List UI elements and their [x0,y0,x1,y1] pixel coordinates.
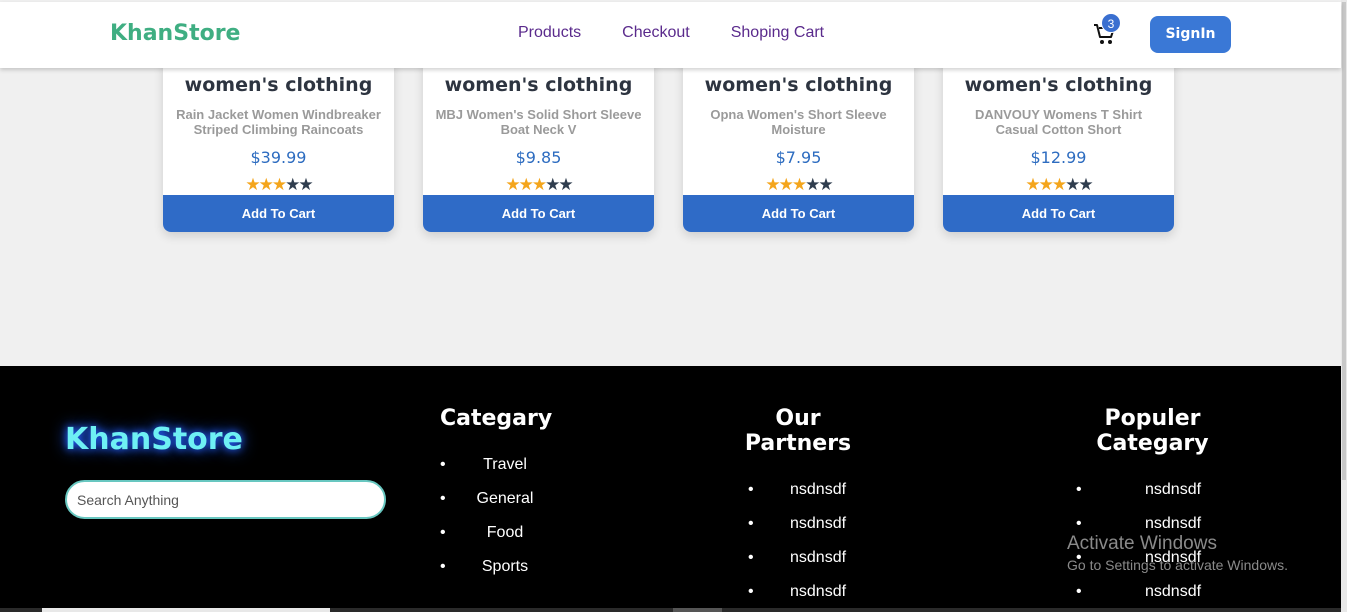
star-rating: ★★★★★ [163,176,394,193]
activate-windows-title: Activate Windows [1067,533,1217,554]
add-to-cart-button[interactable]: Add To Cart [423,195,654,232]
footer-link[interactable]: nsdnsdf [1053,577,1252,611]
product-price: $12.99 [1030,148,1087,167]
product-grid: women's clothing Rain Jacket Women Windb… [163,60,1174,232]
star-icon: ★★★ [505,175,547,194]
footer-link[interactable]: Food [440,518,544,552]
cart-count-badge: 3 [1101,13,1121,33]
star-icon: ★★ [545,175,574,194]
horizontal-scrollbar-thumb[interactable] [42,608,330,612]
product-price: $7.95 [775,148,822,167]
footer-column-popular-category: Populer Categary nsdnsdf nsdnsdf nsdnsdf… [1053,406,1252,611]
top-navbar: KhanStore Products Checkout Shoping Cart… [0,2,1341,68]
add-to-cart-button[interactable]: Add To Cart [163,195,394,232]
add-to-cart-button[interactable]: Add To Cart [943,195,1174,232]
product-card: women's clothing Opna Women's Short Slee… [683,60,914,232]
horizontal-scrollbar-segment [673,608,722,612]
product-price: $39.99 [250,148,307,167]
product-card: women's clothing MBJ Women's Solid Short… [423,60,654,232]
product-title[interactable]: Opna Women's Short Sleeve Moisture [693,107,904,137]
product-price: $9.85 [515,148,562,167]
footer-link[interactable]: nsdnsdf [1053,475,1252,509]
star-rating: ★★★★★ [943,176,1174,193]
add-to-cart-button[interactable]: Add To Cart [683,195,914,232]
activate-windows-subtitle: Go to Settings to activate Windows. [1067,557,1288,573]
footer-column-heading: Categary [440,406,553,431]
product-title[interactable]: Rain Jacket Women Windbreaker Striped Cl… [173,107,384,137]
star-icon: ★★ [1065,175,1094,194]
product-category: women's clothing [964,74,1153,96]
footer-link[interactable]: nsdnsdf [725,509,871,543]
vertical-scrollbar-thumb[interactable] [1342,2,1346,480]
nav-link-checkout[interactable]: Checkout [622,24,690,42]
brand-logo[interactable]: KhanStore [110,21,240,46]
star-rating: ★★★★★ [423,176,654,193]
footer-link[interactable]: Sports [440,552,544,586]
footer-brand-logo[interactable]: KhanStore [65,422,243,457]
star-icon: ★★ [805,175,834,194]
footer-column-partners: Our Partners nsdnsdf nsdnsdf nsdnsdf nsd… [725,406,871,611]
product-card: women's clothing DANVOUY Womens T Shirt … [943,60,1174,232]
footer-search-input[interactable] [65,480,386,519]
star-rating: ★★★★★ [683,176,914,193]
star-icon: ★★★ [765,175,807,194]
footer-column-category: Categary Travel General Food Sports [440,406,553,586]
star-icon: ★★★ [1025,175,1067,194]
product-category: women's clothing [184,74,373,96]
product-category: women's clothing [444,74,633,96]
signin-button[interactable]: SignIn [1150,16,1231,53]
footer-link[interactable]: Travel [440,450,544,484]
footer-link[interactable]: nsdnsdf [725,543,871,577]
footer-link[interactable]: nsdnsdf [725,577,871,611]
nav-links: Products Checkout Shoping Cart [518,24,824,42]
footer-column-heading: Our Partners [744,406,852,456]
star-icon: ★★ [285,175,314,194]
nav-link-shopping-cart[interactable]: Shoping Cart [731,24,824,42]
nav-link-products[interactable]: Products [518,24,581,42]
product-title[interactable]: DANVOUY Womens T Shirt Casual Cotton Sho… [953,107,1164,137]
product-category: women's clothing [704,74,893,96]
footer-link[interactable]: nsdnsdf [725,475,871,509]
product-card: women's clothing Rain Jacket Women Windb… [163,60,394,232]
star-icon: ★★★ [245,175,287,194]
footer-link[interactable]: General [440,484,544,518]
footer-column-heading: Populer Categary [1096,406,1209,456]
footer: KhanStore Categary Travel General Food S… [0,366,1341,612]
product-title[interactable]: MBJ Women's Solid Short Sleeve Boat Neck… [433,107,644,137]
